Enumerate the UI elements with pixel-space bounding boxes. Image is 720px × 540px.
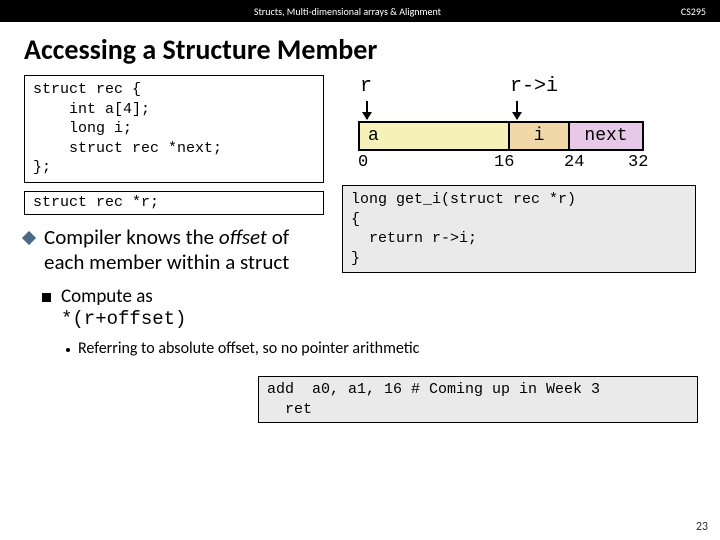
bullet-1-em: offset xyxy=(219,224,267,250)
sub-bullet-1: Compute as *(r+offset) xyxy=(42,286,720,332)
content: struct rec { int a[4]; long i; struct re… xyxy=(0,75,720,276)
diamond-bullet-icon xyxy=(22,231,36,245)
square-bullet-icon xyxy=(42,293,51,302)
field-i-cell: i xyxy=(510,123,570,149)
assembly-code: add a0, a1, 16 # Coming up in Week 3 ret xyxy=(258,376,698,423)
bullet-1: Compiler knows the offset of each member… xyxy=(24,225,324,275)
topbar-course: CS295 xyxy=(681,5,706,18)
struct-definition-code: struct rec { int a[4]; long i; struct re… xyxy=(24,75,324,183)
sub-bullet-2: Referring to absolute offset, so no poin… xyxy=(66,339,720,359)
pointer-r-i-label: r->i xyxy=(510,75,558,98)
sub-bullet-1-text: Compute as *(r+offset) xyxy=(61,286,186,332)
page-number: 23 xyxy=(696,520,708,534)
memory-layout-row: a i next xyxy=(358,121,644,151)
topbar-title: Structs, Multi-dimensional arrays & Alig… xyxy=(14,5,681,18)
field-next-cell: next xyxy=(570,123,642,149)
offset-24: 24 xyxy=(564,153,584,172)
right-column: r r->i a i next 0 16 24 32 long get_i(st… xyxy=(342,75,696,276)
memory-diagram: r r->i a i next 0 16 24 32 xyxy=(342,75,696,175)
sub-bullet-2-text: Referring to absolute offset, so no poin… xyxy=(78,339,419,359)
declaration-code: struct rec *r; xyxy=(24,191,324,216)
sub1-pre: Compute as xyxy=(61,285,153,308)
left-column: struct rec { int a[4]; long i; struct re… xyxy=(24,75,324,276)
slide-title: Accessing a Structure Member xyxy=(0,22,720,75)
offset-32: 32 xyxy=(628,153,648,172)
offset-0: 0 xyxy=(358,153,368,172)
topbar: Structs, Multi-dimensional arrays & Alig… xyxy=(0,0,720,22)
sub1-code: *(r+offset) xyxy=(61,308,186,330)
arrow-down-icon xyxy=(516,101,518,119)
pointer-r-label: r xyxy=(360,75,372,98)
arrow-down-icon xyxy=(366,101,368,119)
bullet-1-text: Compiler knows the offset of each member… xyxy=(44,225,324,275)
get-i-function-code: long get_i(struct rec *r) { return r->i;… xyxy=(342,185,696,273)
dot-bullet-icon xyxy=(66,348,70,352)
offset-16: 16 xyxy=(494,153,514,172)
field-a-cell: a xyxy=(360,123,510,149)
bullet-1-pre: Compiler knows the xyxy=(44,224,219,250)
